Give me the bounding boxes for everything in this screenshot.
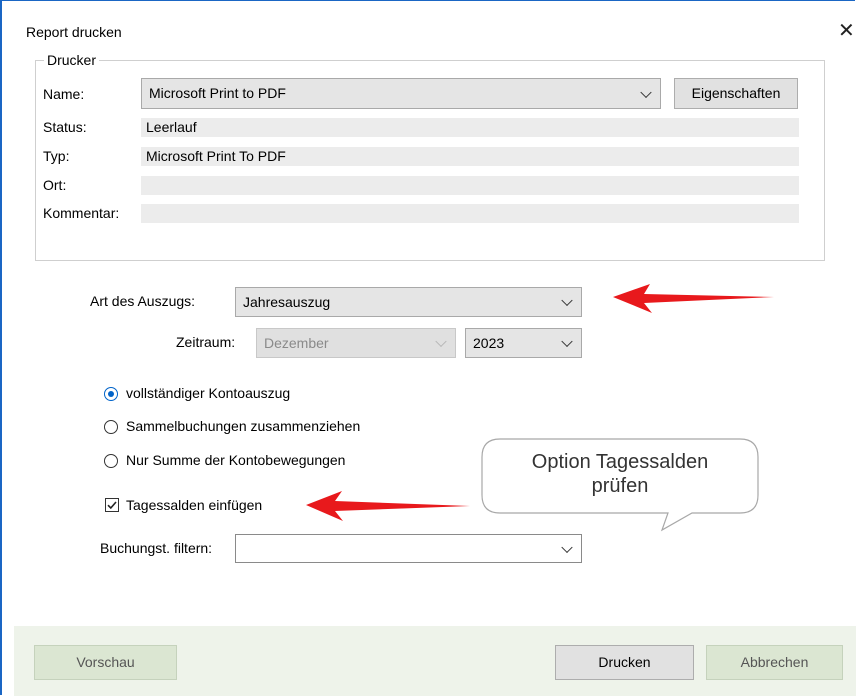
red-arrow-icon <box>306 491 470 521</box>
preview-button[interactable]: Vorschau <box>34 645 177 680</box>
red-arrow-icon <box>613 284 774 313</box>
dialog-footer: Vorschau Drucken Abbrechen <box>14 626 856 696</box>
annotation-overlay <box>306 284 774 532</box>
callout-line1: Option Tagessalden <box>531 451 709 473</box>
print-button[interactable]: Drucken <box>555 645 694 680</box>
callout-line2: prüfen <box>591 475 649 497</box>
cancel-button[interactable]: Abbrechen <box>706 645 843 680</box>
print-report-dialog: Report drucken ✕ Drucker Name: Microsoft… <box>0 0 856 696</box>
